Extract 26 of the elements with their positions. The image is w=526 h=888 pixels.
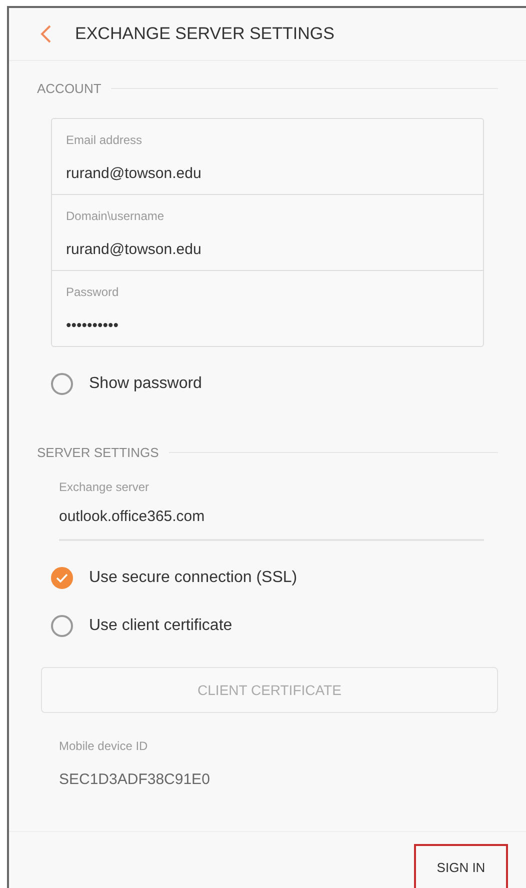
radio-button[interactable] bbox=[51, 615, 73, 637]
radio-button[interactable] bbox=[51, 373, 73, 395]
section-heading: SERVER SETTINGS bbox=[37, 445, 159, 460]
field-label: Domain\username bbox=[66, 209, 166, 223]
field-value: rurand@towson.edu bbox=[66, 165, 202, 182]
input-field[interactable]: Email address rurand@towson.edu bbox=[52, 119, 483, 194]
sign-in-button[interactable]: SIGN IN bbox=[414, 844, 508, 888]
option-label: Show password bbox=[89, 375, 202, 393]
back-icon[interactable] bbox=[39, 24, 53, 44]
input-field[interactable]: Exchange server outlook.office365.com bbox=[59, 480, 484, 541]
input-field[interactable]: Password •••••••••• bbox=[52, 270, 483, 346]
checked-radio[interactable] bbox=[51, 567, 73, 589]
field-value: outlook.office365.com bbox=[59, 508, 206, 525]
check-icon bbox=[56, 573, 68, 583]
section-heading: ACCOUNT bbox=[37, 81, 102, 96]
field-label: Mobile device ID bbox=[59, 739, 149, 753]
field-value: rurand@towson.edu bbox=[66, 241, 202, 258]
option-label: Use secure connection (SSL) bbox=[89, 569, 298, 587]
field-label: Email address bbox=[66, 133, 144, 147]
field-value: •••••••••• bbox=[66, 317, 120, 334]
option-label: Use client certificate bbox=[89, 617, 232, 635]
field-label: Password bbox=[66, 285, 120, 299]
input-field[interactable]: Domain\username rurand@towson.edu bbox=[52, 194, 483, 270]
device-id: SEC1D3ADF38C91E0 bbox=[59, 771, 211, 788]
field-label: Exchange server bbox=[59, 480, 150, 494]
screen-title: EXCHANGE SERVER SETTINGS bbox=[75, 24, 334, 44]
